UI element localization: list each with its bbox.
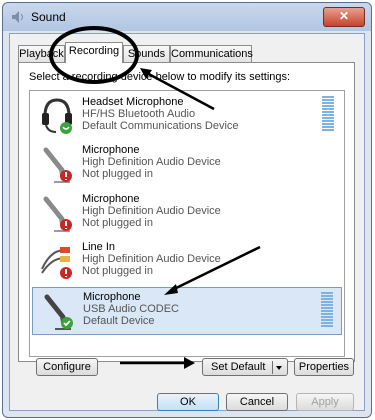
recording-panel: Select a recording device below to modif… — [18, 62, 355, 362]
device-item-selected[interactable]: Microphone USB Audio CODEC Default Devic… — [32, 287, 342, 335]
line-in-cable-icon — [41, 247, 72, 279]
set-default-button[interactable]: Set Default — [202, 358, 288, 376]
level-meter — [321, 292, 333, 330]
instruction-text: Select a recording device below to modif… — [29, 71, 291, 83]
title-bar[interactable]: Sound ✕ — [3, 3, 371, 31]
device-name: Microphone — [82, 144, 140, 156]
cancel-button[interactable]: Cancel — [226, 393, 288, 411]
device-driver: High Definition Audio Device — [82, 205, 221, 217]
device-name: Microphone — [82, 193, 140, 205]
device-status: Default Device — [83, 315, 155, 327]
device-item[interactable]: Microphone High Definition Audio Device … — [32, 141, 342, 188]
device-item[interactable]: Line In High Definition Audio Device Not… — [32, 238, 342, 285]
apply-button[interactable]: Apply — [296, 393, 354, 411]
device-driver: High Definition Audio Device — [82, 156, 221, 168]
device-name: Line In — [82, 241, 116, 253]
properties-button[interactable]: Properties — [294, 358, 354, 376]
device-status: Default Communications Device — [82, 120, 239, 132]
window-title: Sound — [31, 10, 66, 24]
dropdown-arrow-icon[interactable] — [272, 361, 285, 374]
headset-icon — [42, 98, 72, 134]
device-driver: USB Audio CODEC — [83, 303, 179, 315]
tab-playback[interactable]: Playback — [18, 45, 65, 62]
ok-button[interactable]: OK — [157, 393, 219, 411]
tab-communications[interactable]: Communications — [170, 45, 253, 62]
device-name: Microphone — [83, 291, 141, 303]
microphone-icon — [43, 196, 72, 232]
device-status: Not plugged in — [82, 217, 153, 229]
status-phone-icon — [60, 122, 72, 134]
speaker-icon — [12, 11, 23, 23]
close-button[interactable]: ✕ — [323, 7, 365, 27]
sound-dialog: Sound ✕ Playback Recording Sounds Commun… — [2, 2, 372, 418]
device-status: Not plugged in — [82, 265, 153, 277]
device-status: Not plugged in — [82, 168, 153, 180]
microphone-icon — [43, 147, 72, 183]
level-meter — [322, 96, 334, 134]
device-name: Headset Microphone — [82, 96, 184, 108]
device-item[interactable]: Microphone High Definition Audio Device … — [32, 190, 342, 237]
set-default-label: Set Default — [211, 361, 266, 373]
device-driver: HF/HS Bluetooth Audio — [82, 108, 196, 120]
configure-button[interactable]: Configure — [36, 358, 98, 376]
microphone-icon — [44, 294, 73, 330]
dialog-body: Playback Recording Sounds Communications… — [9, 33, 365, 411]
tab-recording[interactable]: Recording — [65, 42, 123, 63]
device-driver: High Definition Audio Device — [82, 253, 221, 265]
device-list[interactable]: Headset Microphone HF/HS Bluetooth Audio… — [29, 90, 345, 357]
tab-sounds[interactable]: Sounds — [123, 45, 170, 62]
device-item[interactable]: Headset Microphone HF/HS Bluetooth Audio… — [32, 93, 342, 140]
